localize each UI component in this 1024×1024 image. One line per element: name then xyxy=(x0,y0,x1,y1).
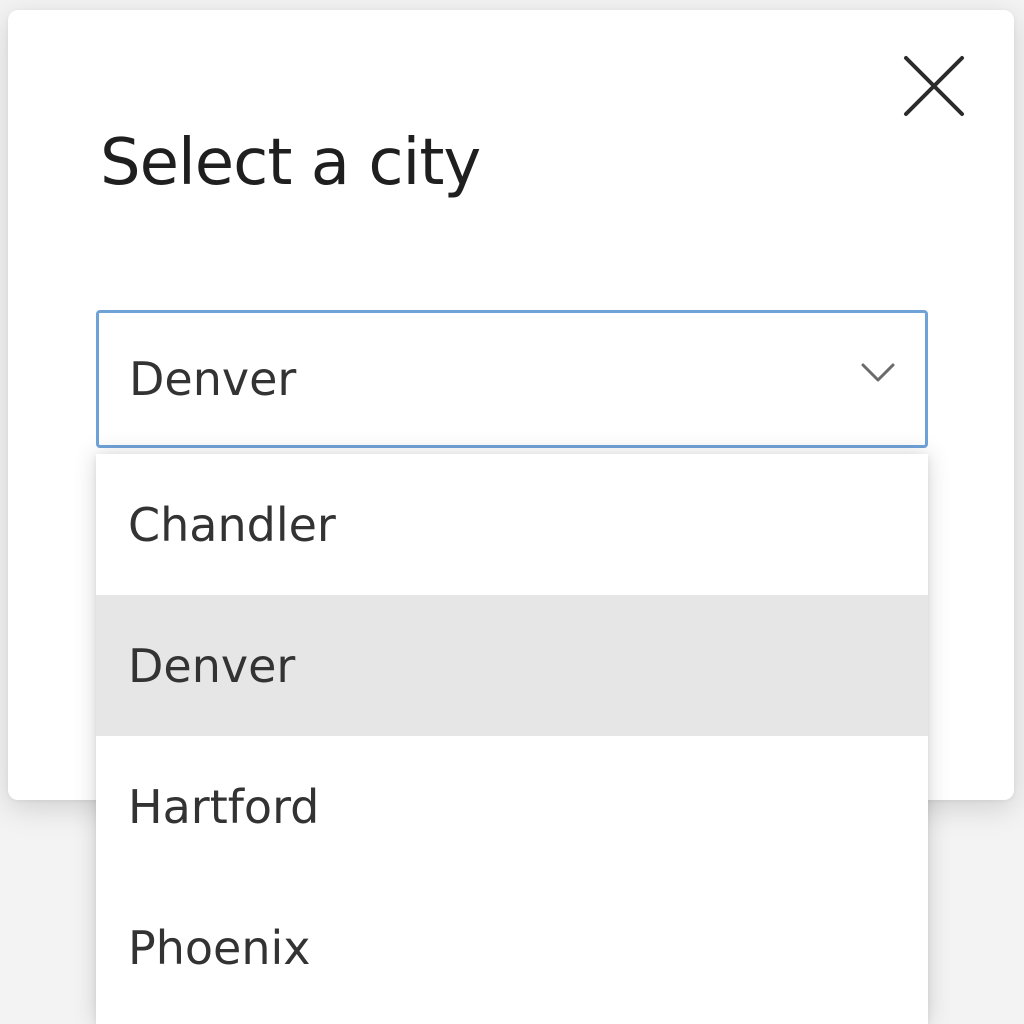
dialog-title: Select a city xyxy=(100,126,481,200)
city-combobox[interactable]: Denver xyxy=(96,310,928,448)
city-listbox: Chandler Denver Hartford Phoenix xyxy=(96,454,928,1024)
combobox-selected-value: Denver xyxy=(129,352,297,406)
option-denver[interactable]: Denver xyxy=(96,595,928,736)
option-hartford[interactable]: Hartford xyxy=(96,736,928,877)
chevron-down-icon xyxy=(861,363,895,383)
option-chandler[interactable]: Chandler xyxy=(96,454,928,595)
option-phoenix[interactable]: Phoenix xyxy=(96,877,928,1018)
close-icon xyxy=(902,54,966,118)
close-button[interactable] xyxy=(894,46,974,126)
